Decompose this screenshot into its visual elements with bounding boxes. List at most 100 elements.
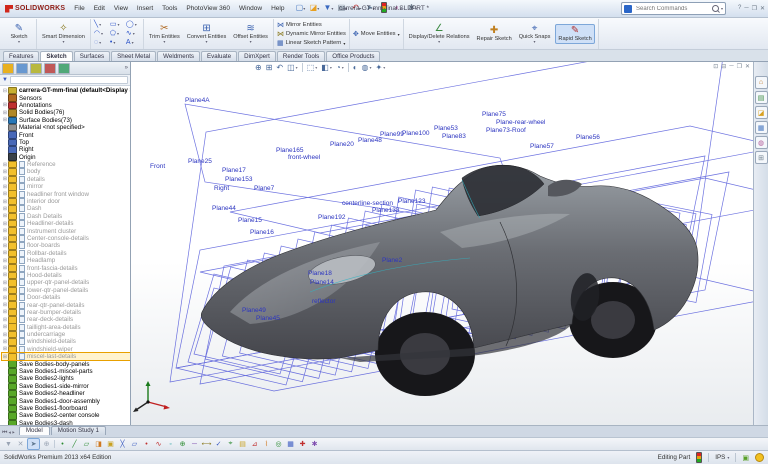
view-palette-icon[interactable]: ▦ [754,121,768,134]
plane-label[interactable]: Plane56 [576,134,600,141]
menu-edit[interactable]: Edit [90,3,109,14]
design-library-icon[interactable]: ▤ [754,91,768,104]
filter-notes-icon[interactable]: ▤ [237,439,248,449]
plane-label[interactable]: Plane48 [358,137,382,144]
tree-item[interactable]: Save Bodies2-headliner [2,389,130,398]
dropdown-caret-icon[interactable]: ▾ [303,6,305,11]
dropdown-caret-icon[interactable]: ▾ [317,6,319,11]
tree-item[interactable]: ⊞ interior door [2,197,130,206]
tab-features[interactable]: Features [3,51,40,61]
file-explorer-icon[interactable]: ◪ [754,106,768,119]
hide-show-items-icon[interactable]: ◔ ▾ [336,63,344,72]
filter-surface-bodies-icon[interactable]: ◨ [93,439,104,449]
edit-appearance-icon[interactable]: ◐ [353,63,358,72]
plane-label[interactable]: Plane49 [242,307,266,314]
tree-item[interactable]: ⊞ Surface Bodies(73) [2,116,130,125]
tree-item[interactable]: Front [2,131,130,139]
filter-sketch-points-icon[interactable]: • [141,439,152,449]
tree-item[interactable]: ⊞ Headliner-details [2,219,130,228]
menu-file[interactable]: File [70,3,88,14]
button-move-entities[interactable]: ✥ Move Entities ▾ [353,30,400,38]
filter-faces-icon[interactable]: ▱ [81,439,92,449]
quick-tips-icon[interactable] [755,453,764,462]
tree-item[interactable]: Save Bodies1-side-mirror [2,382,130,391]
tree-item[interactable]: ⊞ undercarriage [2,330,130,339]
solidworks-resources-icon[interactable]: ⌂ [754,76,768,89]
button-rapid-sketch[interactable]: ✎ Rapid Sketch [555,24,595,44]
propertymanager-tab-icon[interactable] [16,62,28,74]
apply-scene-icon[interactable]: ◍ ▾ [362,63,372,72]
appearances-scenes-icon[interactable]: ◍ [754,136,768,149]
tree-item[interactable]: ⊞ Dash [2,205,130,213]
filter-edges-icon[interactable]: ╱ [69,439,80,449]
button-display-delete-relations[interactable]: ∠ Display/Delete Relations ▾ [407,23,472,45]
featuremanager-tab-icon[interactable] [2,62,14,74]
tree-item[interactable]: ⊞ miscel-last-details [1,352,130,362]
view-settings-icon[interactable]: ✦ ▾ [376,63,386,72]
menu-help[interactable]: Help [267,3,288,14]
menu-insert[interactable]: Insert [133,3,157,14]
dimxpertmanager-tab-icon[interactable] [44,62,56,74]
filter-blocks-icon[interactable]: ▦ [285,439,296,449]
tree-item[interactable]: ⊞ Annotations [2,101,130,110]
filter-centerline-icon[interactable]: ─ [189,439,200,449]
tab-dimxpert[interactable]: DimXpert [238,51,276,61]
plane-label[interactable]: Plane123 [398,198,426,205]
tree-item[interactable]: Save Bodies-body-panels [2,360,130,368]
plane-label[interactable]: Plane4A [185,97,210,104]
plane-label[interactable]: Plane20 [330,141,354,148]
unit-system-selector[interactable]: IPS ▾ [715,454,729,461]
custom-properties-icon[interactable]: ⊞ [754,151,768,164]
button-mirror-entities[interactable]: ⋈ Mirror Entities [277,21,346,29]
tree-item[interactable]: ⊞ Hood-details [2,271,130,280]
tree-item[interactable]: Right [2,146,130,154]
tree-item[interactable]: ⊞ lower-qtr-panel-details [2,286,130,294]
tree-root-item[interactable]: ⊟carrera-GT-mm-final (default<Display St… [2,86,130,95]
zoom-to-fit-icon[interactable]: ⊕ [255,63,262,72]
filter-midpoints-icon[interactable]: ◦ [165,439,176,449]
tree-item[interactable]: ⊞ Solid Bodies(76) [2,109,130,117]
plane-label[interactable]: Plane25 [188,158,212,165]
filter-planes-icon[interactable]: ▱ [129,439,140,449]
tree-item[interactable]: ⊞ rear-bumper-details [2,308,130,317]
filter-funnel-icon[interactable]: ▼ [2,77,8,83]
tree-item[interactable]: ⊞ Door-details [2,293,130,302]
search-caret-icon[interactable]: ▾ [721,6,723,11]
plane-label[interactable]: Plane192 [318,214,346,221]
tab-scroll-buttons[interactable]: ⏮◂▸ [2,430,16,437]
plane-label[interactable]: Plane57 [530,143,554,150]
tree-item[interactable]: ⊞ Dash Details [2,212,130,221]
plane-label[interactable]: Plane2 [382,257,403,264]
configurationmanager-tab-icon[interactable] [30,62,42,74]
menu-tools[interactable]: Tools [158,3,181,14]
help-icon[interactable]: ? [738,5,741,12]
tree-item[interactable]: ⊞ Rollbar-details [2,249,130,258]
filter-vertices-icon[interactable]: • [57,439,68,449]
plane-label[interactable]: Plane100 [402,130,430,137]
tree-item[interactable]: ⊞ windshield-wiper [2,345,130,354]
tree-item[interactable]: ⊞ headliner front window [2,190,130,198]
plane-label[interactable]: Plane17 [222,167,246,174]
plane-label[interactable]: front-wheel [288,154,321,161]
filter-connection-points-icon[interactable]: ✚ [297,439,308,449]
doc-minimize-icon[interactable]: ─ [729,63,733,70]
button-dynamic-mirror-entities[interactable]: ⋈ Dynamic Mirror Entities [277,30,346,38]
line-icon[interactable]: ╲ ▾ [94,21,108,30]
doc-cascade-icon[interactable]: ⊡ [713,63,718,70]
button-sketch[interactable]: ✎ Sketch ▾ [5,23,33,45]
manager-tabs-overflow-icon[interactable]: » [125,65,128,71]
new-document-icon[interactable]: ▢▾ [294,4,306,13]
plane-label[interactable]: Plane133 [372,207,400,214]
menu-photoview-360[interactable]: PhotoView 360 [182,3,234,14]
tree-item[interactable]: Save Bodies2-lights [2,375,130,383]
filter-dimensions-icon[interactable]: ⟷ [201,439,212,449]
filter-solid-bodies-icon[interactable]: ▣ [105,439,116,449]
button-trim-entities[interactable]: ✂ Trim Entities ▾ [147,23,182,45]
tree-item[interactable]: Save Bodies1-miscel-parts [2,367,130,376]
menu-window[interactable]: Window [235,3,266,14]
plane-label[interactable]: Plane16 [250,229,274,236]
tree-item[interactable]: Sensors [2,94,130,102]
tree-item[interactable]: ⊞ Reference [2,160,130,169]
displaymanager-tab-icon[interactable] [58,62,70,74]
plane-label[interactable]: Front [150,163,165,170]
